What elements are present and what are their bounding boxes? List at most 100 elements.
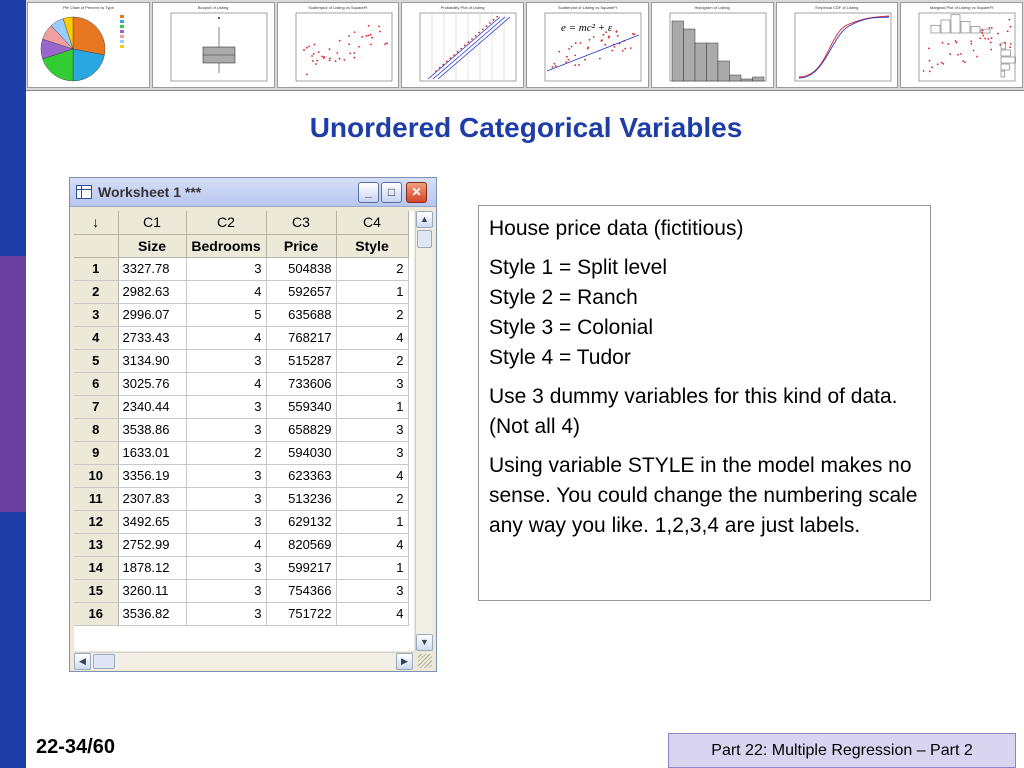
cell-style[interactable]: 1 [336, 556, 409, 580]
cell-price[interactable]: 513236 [266, 487, 337, 511]
row-number[interactable]: 3 [74, 303, 119, 327]
cell-style[interactable]: 4 [336, 326, 409, 350]
cell-bedrooms[interactable]: 3 [186, 349, 267, 373]
cell-bedrooms[interactable]: 4 [186, 372, 267, 396]
column-id-c4[interactable]: C4 [336, 211, 409, 235]
cell-size[interactable]: 3536.82 [118, 602, 187, 626]
cell-style[interactable]: 2 [336, 349, 409, 373]
cell-bedrooms[interactable]: 3 [186, 487, 267, 511]
cell-bedrooms[interactable]: 3 [186, 257, 267, 281]
cell-size[interactable]: 3492.65 [118, 510, 187, 534]
maximize-button[interactable]: □ [381, 182, 402, 203]
cell-bedrooms[interactable]: 3 [186, 395, 267, 419]
cell-size[interactable]: 1633.01 [118, 441, 187, 465]
row-number[interactable]: 8 [74, 418, 119, 442]
cell-size[interactable]: 2752.99 [118, 533, 187, 557]
cell-price[interactable]: 629132 [266, 510, 337, 534]
cell-price[interactable]: 592657 [266, 280, 337, 304]
column-id-c1[interactable]: C1 [118, 211, 187, 235]
row-number[interactable]: 15 [74, 579, 119, 603]
window-titlebar[interactable]: Worksheet 1 *** _ □ ✕ [70, 178, 436, 207]
close-button[interactable]: ✕ [406, 182, 427, 203]
row-number[interactable]: 16 [74, 602, 119, 626]
scroll-left-icon[interactable]: ◀ [74, 653, 91, 670]
column-name-bedrooms[interactable]: Bedrooms [186, 234, 267, 258]
cell-price[interactable]: 559340 [266, 395, 337, 419]
row-number[interactable]: 14 [74, 556, 119, 580]
row-number[interactable]: 12 [74, 510, 119, 534]
cell-style[interactable]: 1 [336, 395, 409, 419]
row-number[interactable]: 10 [74, 464, 119, 488]
cell-style[interactable]: 4 [336, 464, 409, 488]
row-number[interactable]: 7 [74, 395, 119, 419]
worksheet-grid[interactable]: ↓ C1 C2 C3 C4 Size Bedrooms Price Style … [74, 211, 414, 651]
cell-size[interactable]: 2982.63 [118, 280, 187, 304]
row-number[interactable]: 9 [74, 441, 119, 465]
cell-size[interactable]: 3327.78 [118, 257, 187, 281]
cell-price[interactable]: 599217 [266, 556, 337, 580]
cell-price[interactable]: 658829 [266, 418, 337, 442]
thumbnail-marginal[interactable]: Marginal Plot of Listing vs SquareFt [900, 2, 1023, 88]
cell-size[interactable]: 3260.11 [118, 579, 187, 603]
cell-price[interactable]: 733606 [266, 372, 337, 396]
cell-bedrooms[interactable]: 4 [186, 280, 267, 304]
cell-price[interactable]: 623363 [266, 464, 337, 488]
column-id-c2[interactable]: C2 [186, 211, 267, 235]
thumbnail-scatter[interactable]: Scatterplot of Listing vs SquareFt [276, 2, 400, 88]
cell-size[interactable]: 2996.07 [118, 303, 187, 327]
cell-bedrooms[interactable]: 4 [186, 326, 267, 350]
minimize-button[interactable]: _ [358, 182, 379, 203]
row-number[interactable]: 5 [74, 349, 119, 373]
cell-bedrooms[interactable]: 3 [186, 464, 267, 488]
row-number[interactable]: 13 [74, 533, 119, 557]
cell-price[interactable]: 751722 [266, 602, 337, 626]
cell-bedrooms[interactable]: 5 [186, 303, 267, 327]
cell-bedrooms[interactable]: 3 [186, 418, 267, 442]
scroll-up-icon[interactable]: ▲ [416, 211, 433, 228]
row-number[interactable]: 11 [74, 487, 119, 511]
thumbnail-cdf[interactable]: Empirical CDF of Listing [775, 2, 899, 88]
cell-size[interactable]: 3134.90 [118, 349, 187, 373]
thumbnail-prob[interactable]: Probability Plot of Listing [401, 2, 524, 88]
row-number[interactable]: 1 [74, 257, 119, 281]
thumbnail-pie[interactable]: Pie Chart of Percent vs Type [27, 2, 150, 88]
scroll-right-icon[interactable]: ▶ [396, 653, 413, 670]
cell-price[interactable]: 594030 [266, 441, 337, 465]
row-marker-icon[interactable]: ↓ [74, 211, 119, 235]
cell-style[interactable]: 2 [336, 303, 409, 327]
scroll-down-icon[interactable]: ▼ [416, 634, 433, 651]
cell-style[interactable]: 2 [336, 257, 409, 281]
thumbnail-hist[interactable]: Histogram of Listing [650, 2, 774, 88]
cell-style[interactable]: 3 [336, 579, 409, 603]
cell-bedrooms[interactable]: 4 [186, 533, 267, 557]
cell-style[interactable]: 3 [336, 372, 409, 396]
cell-style[interactable]: 1 [336, 280, 409, 304]
cell-size[interactable]: 3538.86 [118, 418, 187, 442]
cell-price[interactable]: 820569 [266, 533, 337, 557]
horizontal-scroll-thumb[interactable] [93, 654, 115, 669]
cell-style[interactable]: 2 [336, 487, 409, 511]
row-number[interactable]: 2 [74, 280, 119, 304]
worksheet-window[interactable]: Worksheet 1 *** _ □ ✕ ↓ C1 C2 C3 C4 Size… [69, 177, 437, 672]
horizontal-scrollbar[interactable]: ◀ ▶ [74, 652, 414, 670]
cell-price[interactable]: 504838 [266, 257, 337, 281]
cell-style[interactable]: 3 [336, 441, 409, 465]
column-name-size[interactable]: Size [118, 234, 187, 258]
thumbnail-box[interactable]: Boxplot of Listing [151, 2, 275, 88]
column-id-c3[interactable]: C3 [266, 211, 337, 235]
cell-style[interactable]: 1 [336, 510, 409, 534]
vertical-scrollbar[interactable]: ▲ ▼ [415, 211, 433, 651]
cell-price[interactable]: 635688 [266, 303, 337, 327]
cell-bedrooms[interactable]: 3 [186, 556, 267, 580]
cell-bedrooms[interactable]: 3 [186, 602, 267, 626]
column-name-price[interactable]: Price [266, 234, 337, 258]
cell-size[interactable]: 1878.12 [118, 556, 187, 580]
cell-price[interactable]: 515287 [266, 349, 337, 373]
resize-grip-icon[interactable] [418, 654, 432, 668]
cell-price[interactable]: 768217 [266, 326, 337, 350]
row-number[interactable]: 4 [74, 326, 119, 350]
vertical-scroll-thumb[interactable] [417, 230, 432, 248]
column-name-style[interactable]: Style [336, 234, 409, 258]
cell-bedrooms[interactable]: 3 [186, 510, 267, 534]
cell-size[interactable]: 2340.44 [118, 395, 187, 419]
